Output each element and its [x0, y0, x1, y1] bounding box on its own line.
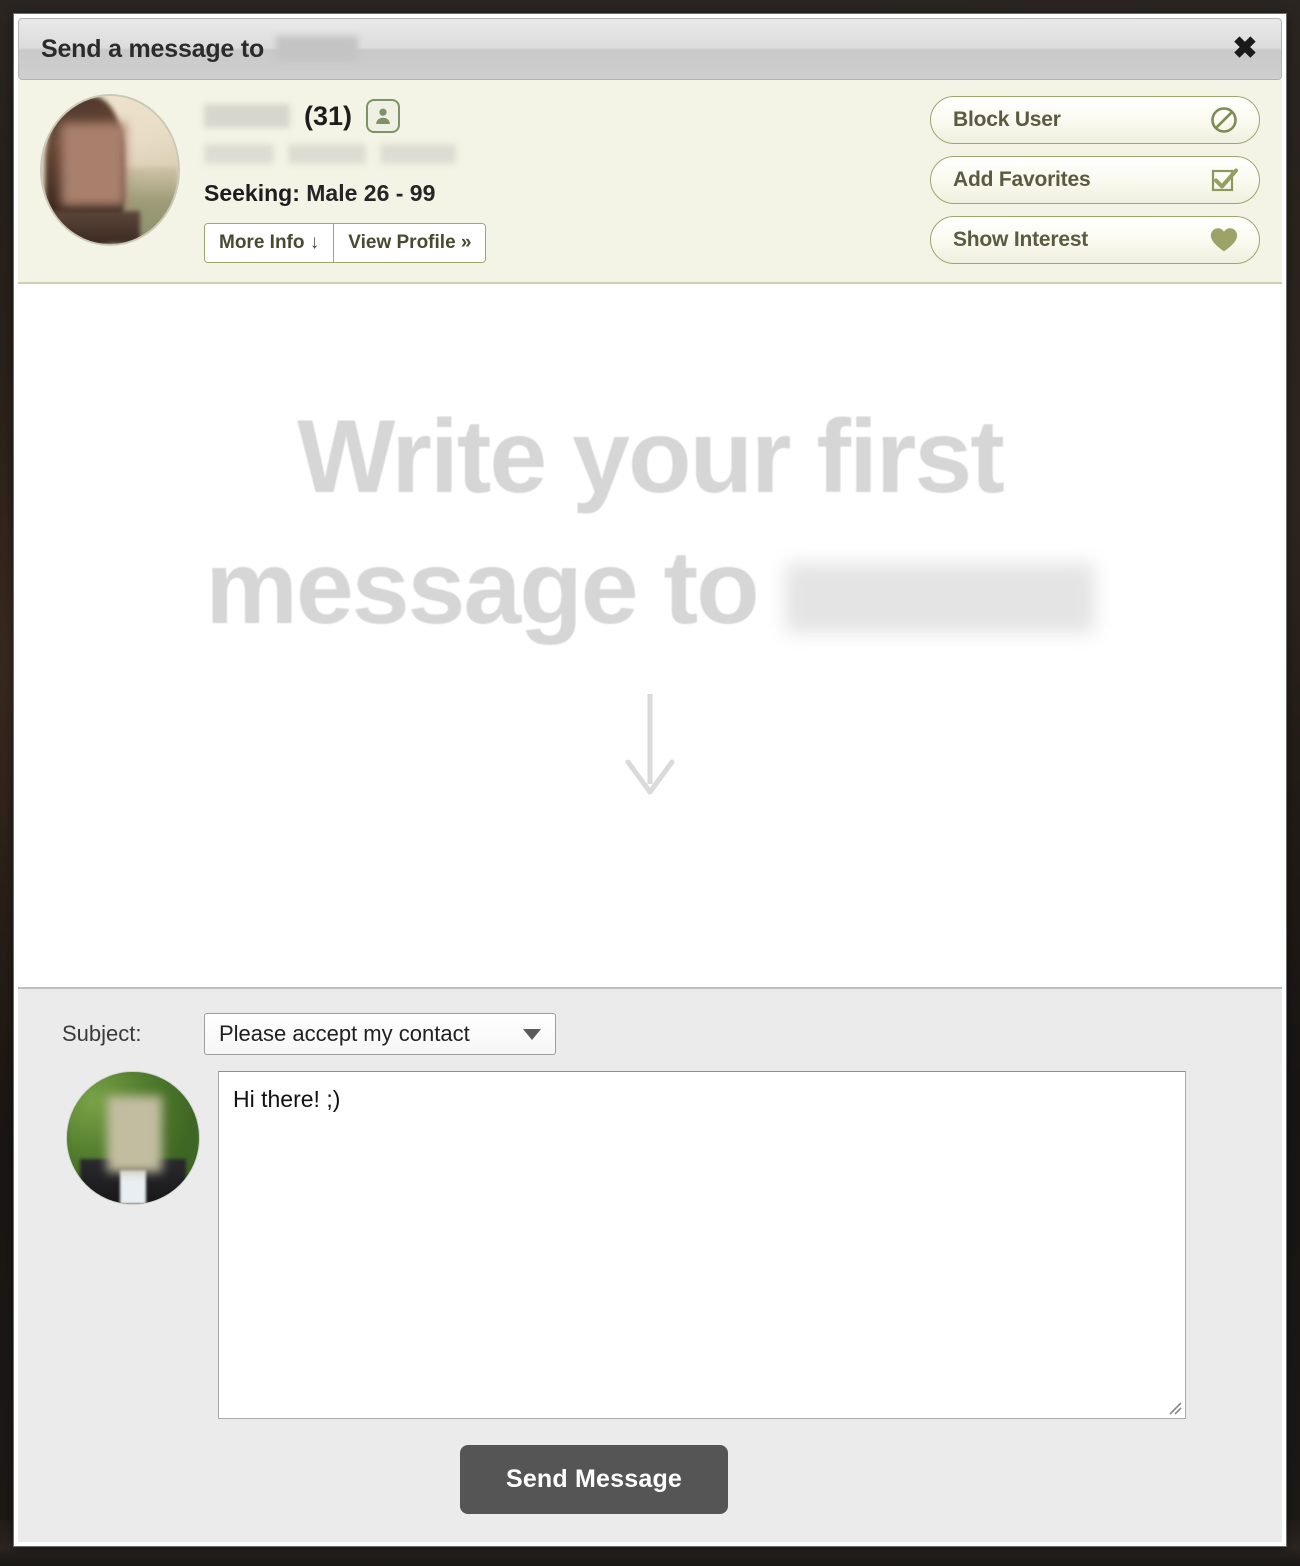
watermark-line-1: Write your first: [297, 399, 1005, 515]
resize-grip-icon[interactable]: [1164, 1397, 1182, 1415]
subject-selected-value: Please accept my contact: [219, 1021, 470, 1046]
heart-icon: [1207, 223, 1241, 257]
message-input[interactable]: Hi there! ;): [218, 1071, 1186, 1419]
add-favorites-label: Add Favorites: [953, 168, 1091, 191]
send-message-button[interactable]: Send Message: [459, 1445, 729, 1514]
sender-avatar-face-blur: [106, 1095, 163, 1173]
checkbox-check-icon: [1207, 163, 1241, 197]
profile-country-redacted: [380, 144, 456, 164]
avatar[interactable]: [40, 94, 180, 246]
avatar-body: [50, 211, 140, 244]
show-interest-label: Show Interest: [953, 228, 1089, 251]
person-badge-icon: [366, 99, 401, 133]
dialog-titlebar: Send a message to ✖: [18, 18, 1282, 80]
arrow-down-icon: [620, 690, 680, 803]
watermark-message: Write your first message to: [205, 392, 1095, 654]
dialog-title: Send a message to: [41, 34, 359, 64]
subject-label: Subject:: [62, 1021, 142, 1046]
block-user-label: Block User: [953, 108, 1061, 131]
profile-link-group: More Info ↓ View Profile »: [204, 223, 487, 263]
dialog-title-recipient-redacted: [276, 36, 359, 62]
more-info-button[interactable]: More Info ↓: [205, 224, 334, 262]
profile-header: (31) Seeking: Male 26 - 99 More Info ↓ V…: [18, 80, 1282, 284]
sender-avatar-shirt: [119, 1169, 147, 1204]
send-row: Send Message: [62, 1445, 1186, 1514]
subject-select[interactable]: Please accept my contact: [204, 1013, 556, 1055]
send-message-dialog: Send a message to ✖ (31) Seeking: Male 2…: [14, 14, 1286, 1546]
profile-actions: Block User Add Favorites Show Interest: [930, 96, 1260, 264]
chevron-down-icon: [523, 1028, 541, 1040]
avatar-face-blur: [61, 122, 127, 206]
profile-seeking-label: Seeking:: [204, 180, 300, 206]
profile-region-redacted: [288, 144, 366, 164]
background-text-left: [60, 1547, 81, 1564]
background-text-right: [1219, 1547, 1240, 1564]
block-icon: [1207, 103, 1241, 137]
profile-age: (31): [304, 100, 353, 131]
show-interest-button[interactable]: Show Interest: [930, 216, 1260, 264]
view-profile-button[interactable]: View Profile »: [333, 224, 486, 262]
subject-row: Subject: Please accept my contact: [62, 1013, 1186, 1055]
block-user-button[interactable]: Block User: [930, 96, 1260, 144]
close-icon[interactable]: ✖: [1225, 29, 1265, 69]
empty-conversation-area: Write your first message to: [18, 284, 1282, 987]
dialog-title-prefix: Send a message to: [41, 34, 265, 63]
add-favorites-button[interactable]: Add Favorites: [930, 156, 1260, 204]
profile-name-redacted: [204, 104, 290, 128]
message-row: Hi there! ;): [62, 1071, 1186, 1419]
watermark-recipient-redacted: [784, 563, 1095, 634]
page-backdrop: Send a message to ✖ (31) Seeking: Male 2…: [0, 0, 1300, 1566]
background-strip-text: [0, 1547, 1300, 1564]
profile-seeking-value: Male 26 - 99: [306, 180, 436, 206]
sender-avatar: [66, 1071, 200, 1205]
message-text[interactable]: Hi there! ;): [233, 1084, 1171, 1115]
profile-city-redacted: [204, 144, 274, 164]
watermark-line-2: message to: [205, 530, 759, 647]
compose-area: Subject: Please accept my contact Hi the…: [18, 987, 1282, 1542]
